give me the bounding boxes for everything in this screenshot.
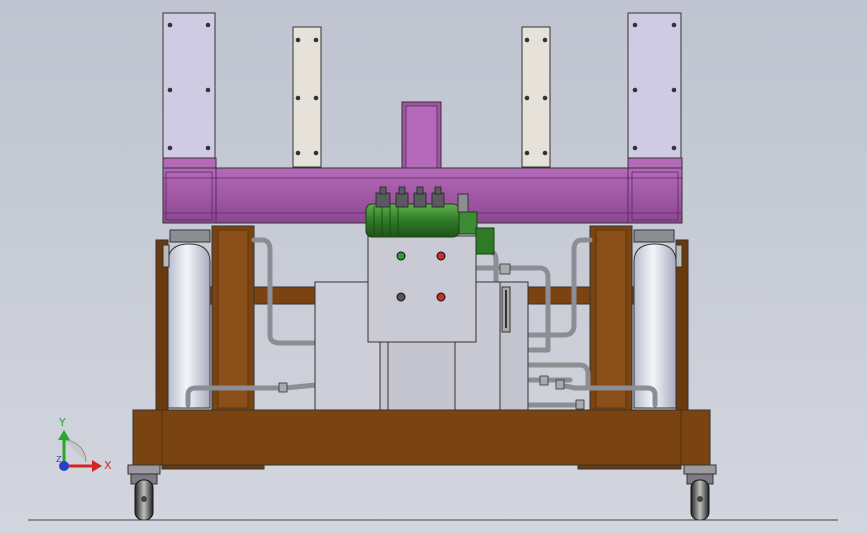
z-axis-label: Z — [56, 455, 62, 464]
right-inner-plate — [521, 26, 551, 168]
right-caster — [683, 464, 717, 521]
control-panel — [367, 235, 477, 343]
y-axis-label: Y — [58, 416, 66, 429]
center-post — [401, 101, 442, 171]
right-tank — [633, 229, 683, 409]
left-inner-plate — [292, 26, 322, 168]
right-outer-plate — [627, 12, 682, 159]
red-indicator-light — [436, 251, 446, 261]
triad-arc — [63, 439, 87, 463]
cad-viewport[interactable]: Y X Z — [0, 0, 867, 533]
x-axis-arrowhead — [92, 460, 102, 472]
axis-triad[interactable]: Y X Z — [56, 416, 112, 472]
left-tank — [162, 229, 211, 409]
red-push-button — [436, 292, 446, 302]
x-axis-label: X — [104, 459, 112, 472]
left-caster — [127, 464, 161, 521]
green-indicator-light — [396, 251, 406, 261]
left-outer-plate — [162, 12, 216, 159]
y-axis-arrowhead — [58, 430, 70, 440]
hydraulic-cart-model: Y X Z — [28, 12, 838, 521]
upper-plates — [162, 12, 682, 171]
base-platform — [132, 409, 711, 470]
grey-push-button — [396, 292, 406, 302]
